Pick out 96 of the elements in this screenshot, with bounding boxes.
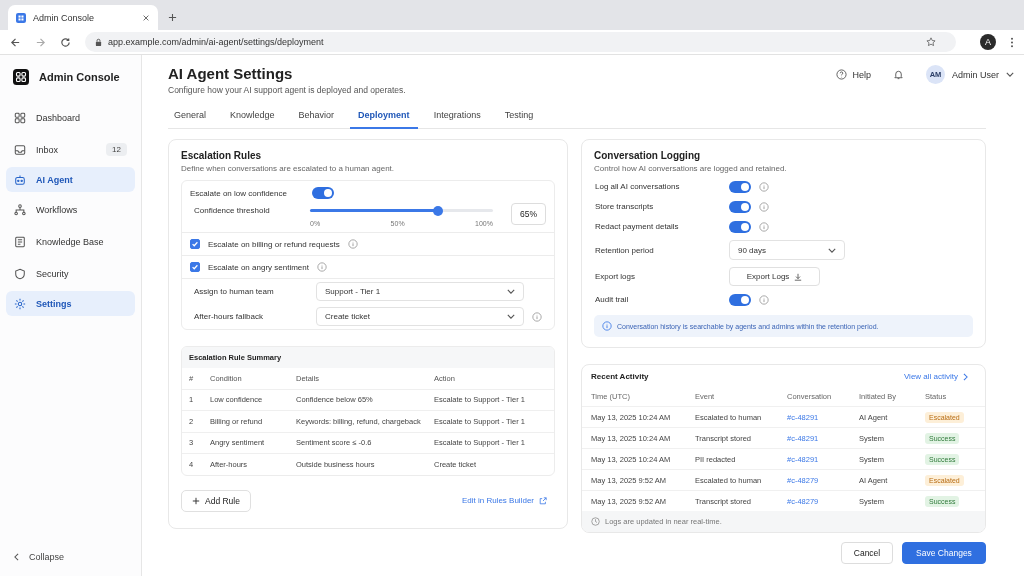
app-logo-icon [13, 69, 29, 85]
info-icon [759, 201, 769, 212]
user-name: Admin User [952, 69, 999, 80]
view-all-link[interactable]: View all activity [903, 372, 968, 381]
close-icon[interactable] [142, 13, 150, 22]
checkbox-label: Escalate on angry sentiment [208, 262, 309, 272]
setting-label: Store transcripts [595, 202, 655, 211]
sidebar-item[interactable]: Settings [6, 291, 135, 316]
inbox-icon [14, 143, 26, 156]
card-title: Escalation Rules [181, 150, 263, 161]
sidebar-item[interactable]: Security [6, 259, 135, 288]
chevron-down-icon [1006, 72, 1014, 77]
lock-icon [95, 37, 102, 47]
toggle-switch[interactable] [729, 220, 751, 233]
back-icon[interactable] [10, 36, 21, 48]
address-bar[interactable]: app.example.com/admin/ai-agent/settings/deployment [85, 32, 956, 52]
setting-label: Log all AI conversations [595, 182, 681, 191]
setting-label: Redact payment details [595, 222, 680, 231]
card-title: Recent Activity [591, 372, 649, 381]
add-rule-button[interactable]: Add Rule [181, 489, 251, 512]
new-tab-icon[interactable] [168, 13, 177, 22]
tab[interactable]: Deployment [350, 105, 418, 129]
clock-icon [591, 517, 600, 526]
dropdown[interactable]: Support - Tier 1 [316, 282, 524, 301]
app-logo-icon [16, 12, 26, 23]
info-icon [759, 221, 769, 232]
threshold-value-field[interactable]: 65% [511, 203, 546, 225]
chevron-left-icon [14, 553, 19, 561]
sidebar-item[interactable]: AI Agent [6, 167, 135, 192]
checkbox-label: Escalate on billing or refund requests [208, 239, 340, 249]
slider-thumb[interactable] [433, 205, 444, 216]
card-title: Conversation Logging [594, 150, 702, 161]
info-icon [316, 262, 327, 272]
toggle-switch[interactable] [729, 180, 751, 193]
profile-avatar[interactable]: A [980, 34, 996, 50]
toggle-switch[interactable] [729, 200, 751, 213]
help-button[interactable]: Help [836, 69, 871, 80]
toggle-switch[interactable] [312, 187, 334, 199]
workflow-icon [14, 203, 26, 216]
page-subtitle: Configure how your AI support agent is deployed and operates. [168, 85, 406, 95]
setting-label: Assign to human team [193, 287, 275, 296]
shield-icon [14, 267, 26, 280]
star-icon[interactable] [926, 37, 936, 47]
bell-icon[interactable] [893, 69, 904, 80]
setting-label: Confidence threshold [193, 206, 271, 215]
card-subtitle: Control how AI conversations are logged and retained. [594, 164, 788, 173]
download-icon [794, 272, 803, 281]
chevron-down-icon [507, 289, 515, 294]
page-title: AI Agent Settings [168, 65, 294, 82]
rules-builder-link[interactable]: Edit in Rules Builder [461, 496, 547, 505]
sidebar-item[interactable]: Inbox 12 [6, 135, 135, 164]
grid-icon [14, 111, 26, 124]
setting-label: Export logs [595, 272, 637, 281]
tab[interactable]: Knowledge [222, 105, 283, 129]
tab[interactable]: Integrations [425, 105, 489, 129]
save-button[interactable]: Save Changes [902, 542, 986, 564]
more-icon[interactable] [1010, 36, 1014, 48]
info-icon [532, 311, 542, 322]
info-icon [347, 239, 358, 249]
robot-icon [14, 173, 26, 186]
url-text: app.example.com/admin/ai-agent/settings/deployment [108, 37, 325, 47]
export-button[interactable]: Export Logs [729, 267, 820, 286]
dropdown[interactable]: 90 days [729, 240, 845, 260]
sidebar-item[interactable]: Dashboard [6, 103, 135, 132]
chevron-down-icon [507, 314, 515, 319]
setting-label: Audit trail [595, 295, 630, 304]
reload-icon[interactable] [60, 36, 71, 48]
tab[interactable]: Behavior [290, 105, 343, 129]
info-icon [759, 294, 769, 305]
setting-label: Escalate on low confidence [190, 188, 288, 198]
info-icon [759, 181, 769, 192]
dropdown[interactable]: Create ticket [316, 307, 524, 326]
settings-icon [14, 297, 26, 310]
sidebar-item[interactable]: Knowledge Base [6, 227, 135, 256]
chevron-down-icon [828, 247, 836, 253]
tab-title: Admin Console [33, 12, 96, 23]
toggle-switch[interactable] [729, 293, 751, 306]
checkbox[interactable] [190, 239, 200, 249]
tab[interactable]: Testing [496, 105, 542, 129]
plus-icon [192, 496, 200, 505]
sidebar-item[interactable]: Workflows [6, 195, 135, 224]
chevron-right-icon [963, 372, 968, 381]
app-name: Admin Console [39, 71, 120, 83]
info-icon [602, 321, 612, 331]
setting-label: Retention period [595, 245, 655, 255]
count-badge: 12 [106, 143, 127, 156]
book-icon [14, 235, 26, 248]
external-link-icon [539, 496, 547, 505]
card-subtitle: Define when conversations are escalated to a human agent. [181, 164, 396, 173]
browser-tab[interactable]: Admin Console [8, 5, 158, 30]
collapse-button[interactable]: Collapse [6, 552, 135, 562]
tab[interactable]: General [168, 105, 215, 129]
help-icon [836, 69, 848, 80]
cancel-button[interactable]: Cancel [841, 542, 893, 564]
setting-label: After-hours fallback [193, 312, 264, 321]
checkbox[interactable] [190, 262, 200, 272]
